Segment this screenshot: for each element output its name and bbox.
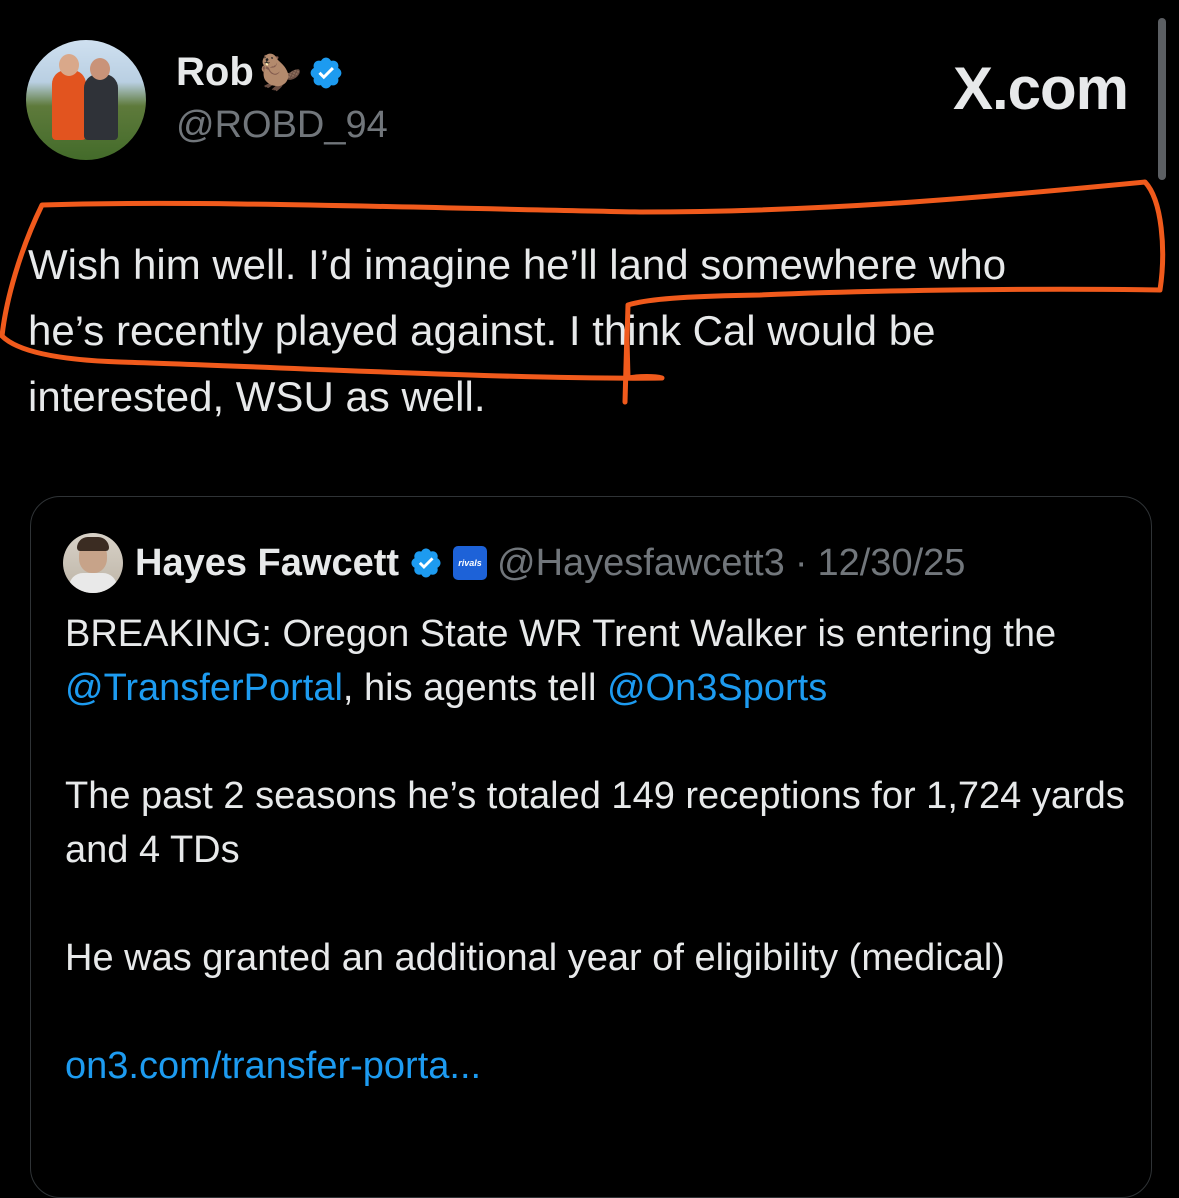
beaver-emoji: 🦫	[259, 53, 303, 92]
site-watermark: X.com	[952, 55, 1129, 122]
quoted-tweet-header: Hayes Fawcett rivals @Hayesfawcett3 · 12…	[63, 533, 965, 593]
mention-link[interactable]: @TransferPortal	[65, 667, 343, 709]
quoted-tweet-body: BREAKING: Oregon State WR Trent Walker i…	[65, 607, 1125, 1147]
article-link[interactable]: on3.com/transfer-porta...	[65, 1045, 481, 1087]
quoted-author-avatar[interactable]	[63, 533, 123, 593]
quoted-paragraph: He was granted an additional year of eli…	[65, 937, 1005, 979]
verified-badge-icon	[310, 57, 342, 88]
quoted-author-display-name[interactable]: Hayes Fawcett	[135, 542, 399, 585]
quoted-paragraph: BREAKING: Oregon State WR Trent Walker i…	[65, 607, 1125, 715]
quoted-text: BREAKING: Oregon State WR Trent Walker i…	[65, 613, 1057, 655]
author-handle[interactable]: @ROBD_94	[176, 104, 388, 147]
author-avatar[interactable]	[26, 40, 146, 160]
author-name-row: Rob 🦫	[176, 50, 344, 95]
quoted-text: , his agents tell	[342, 667, 607, 709]
tweet-text-line: interested, WSU as well.	[28, 373, 486, 420]
scrollbar[interactable]	[1158, 18, 1166, 180]
author-display-name[interactable]: Rob	[176, 50, 254, 95]
tweet-text-line: he’s recently played against. I think Ca…	[28, 307, 936, 354]
verified-badge-icon	[411, 548, 441, 578]
tweet-header: Rob 🦫 @ROBD_94 X.com	[26, 40, 1146, 160]
mention-link[interactable]: @On3Sports	[607, 667, 827, 709]
quoted-tweet-date[interactable]: 12/30/25	[817, 542, 965, 585]
quoted-paragraph: The past 2 seasons he’s totaled 149 rece…	[65, 775, 1125, 871]
quoted-paragraph: on3.com/transfer-porta...	[65, 1039, 1125, 1093]
tweet-text: Wish him well. I’d imagine he’ll land so…	[28, 232, 1148, 430]
separator-dot: ·	[794, 541, 808, 584]
quoted-author-handle[interactable]: @Hayesfawcett3	[497, 542, 785, 585]
affiliate-badge-text: rivals	[458, 558, 482, 568]
tweet-text-line: Wish him well. I’d imagine he’ll land so…	[28, 241, 1007, 288]
quoted-tweet-card[interactable]: Hayes Fawcett rivals @Hayesfawcett3 · 12…	[30, 496, 1152, 1198]
affiliate-badge-icon[interactable]: rivals	[453, 546, 488, 580]
